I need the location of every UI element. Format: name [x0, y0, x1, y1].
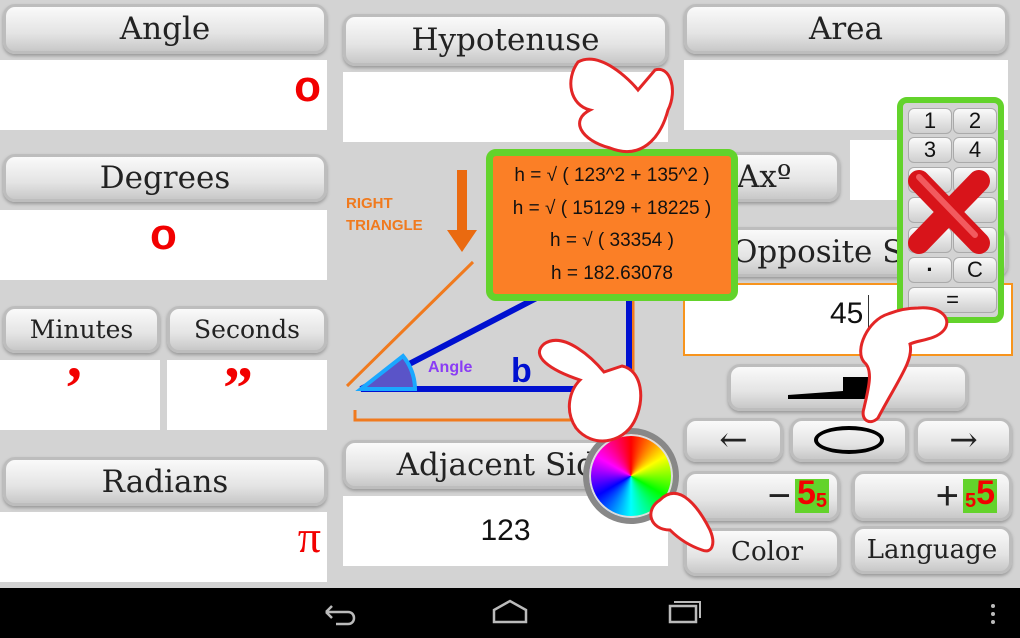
pointing-hand-icon — [537, 338, 643, 443]
key-2[interactable]: 2 — [953, 108, 997, 134]
android-nav-bar — [0, 588, 1020, 638]
arrow-left-icon: ← — [719, 420, 748, 460]
side-b-label: b — [511, 352, 532, 390]
area-label: Area — [808, 11, 884, 47]
pointing-hand-icon — [649, 492, 715, 553]
adjacent-side-value: 123 — [480, 514, 531, 547]
pi-symbol: π — [297, 511, 321, 562]
home-icon[interactable] — [490, 598, 530, 626]
decimals-badge: 55 — [962, 474, 997, 513]
key-4[interactable]: 4 — [953, 137, 997, 163]
minute-symbol: ’ — [64, 355, 84, 421]
angle-label: Angle — [119, 11, 211, 47]
degree-symbol: o — [294, 62, 321, 111]
seconds-button[interactable]: Seconds — [167, 306, 327, 353]
calculation-popup: h = √ ( 123^2 + 135^2 ) h = √ ( 15129 + … — [486, 149, 738, 301]
key-decimal[interactable]: · — [908, 257, 952, 283]
key-clear[interactable]: C — [953, 257, 997, 283]
minutes-field[interactable]: ’ — [0, 355, 160, 430]
arrow-right-icon: → — [949, 420, 978, 460]
diagram-title-line1: RIGHT — [346, 195, 393, 212]
minutes-label: Minutes — [29, 315, 134, 344]
angle-label-diagram: Angle — [428, 359, 473, 376]
decimals-badge: 55 — [794, 474, 829, 513]
adjacent-side-label: Adjacent Side — [396, 446, 615, 483]
circle-icon — [814, 426, 884, 454]
degrees-field[interactable]: o — [0, 210, 327, 280]
calc-result: h = 182.63078 — [550, 262, 674, 284]
calc-line: h = √ ( 33354 ) — [550, 230, 674, 252]
color-label: Color — [731, 537, 803, 567]
radians-field[interactable]: π — [0, 511, 327, 582]
degrees-label: Degrees — [99, 160, 231, 196]
big-digit: 5 — [976, 474, 995, 512]
pointing-hand-icon — [859, 306, 949, 424]
calc-line: h = √ ( 15129 + 18225 ) — [512, 197, 712, 219]
key-3[interactable]: 3 — [908, 137, 952, 163]
seconds-label: Seconds — [194, 315, 300, 344]
ax-label: Axº — [737, 159, 792, 195]
key-1[interactable]: 1 — [908, 108, 952, 134]
increase-decimals-button[interactable]: + 55 — [852, 471, 1012, 521]
angle-arc — [355, 353, 418, 391]
arrow-shaft — [457, 170, 467, 235]
keypad: 1 2 3 4 · C = — [897, 97, 1004, 323]
big-digit: 5 — [796, 474, 816, 512]
plus-icon: + — [935, 473, 959, 518]
overflow-menu-icon[interactable] — [988, 602, 998, 626]
radians-button[interactable]: Radians — [3, 457, 327, 506]
minus-icon: − — [767, 473, 791, 518]
back-icon[interactable] — [318, 600, 358, 626]
area-button[interactable]: Area — [684, 4, 1008, 54]
small-digit: 5 — [964, 490, 977, 512]
diagram-title-line2: TRIANGLE — [346, 217, 423, 234]
angle-button[interactable]: Angle — [3, 4, 327, 54]
degree-symbol: o — [150, 210, 177, 259]
close-x-icon[interactable] — [905, 167, 993, 257]
degrees-button[interactable]: Degrees — [3, 154, 327, 202]
angle-field[interactable]: o — [0, 60, 327, 130]
seconds-field[interactable]: ” — [167, 355, 327, 430]
language-label: Language — [866, 535, 998, 565]
language-button[interactable]: Language — [852, 526, 1012, 574]
second-symbol: ” — [223, 355, 253, 421]
arrow-down-icon — [447, 230, 477, 252]
calc-line: h = √ ( 123^2 + 135^2 ) — [514, 165, 710, 187]
cursor-left-button[interactable]: ← — [684, 418, 783, 462]
pointing-hand-icon — [569, 57, 674, 154]
minutes-button[interactable]: Minutes — [3, 306, 160, 353]
small-digit: 5 — [815, 490, 827, 512]
radians-label: Radians — [101, 463, 229, 500]
recent-apps-icon[interactable] — [664, 598, 704, 626]
